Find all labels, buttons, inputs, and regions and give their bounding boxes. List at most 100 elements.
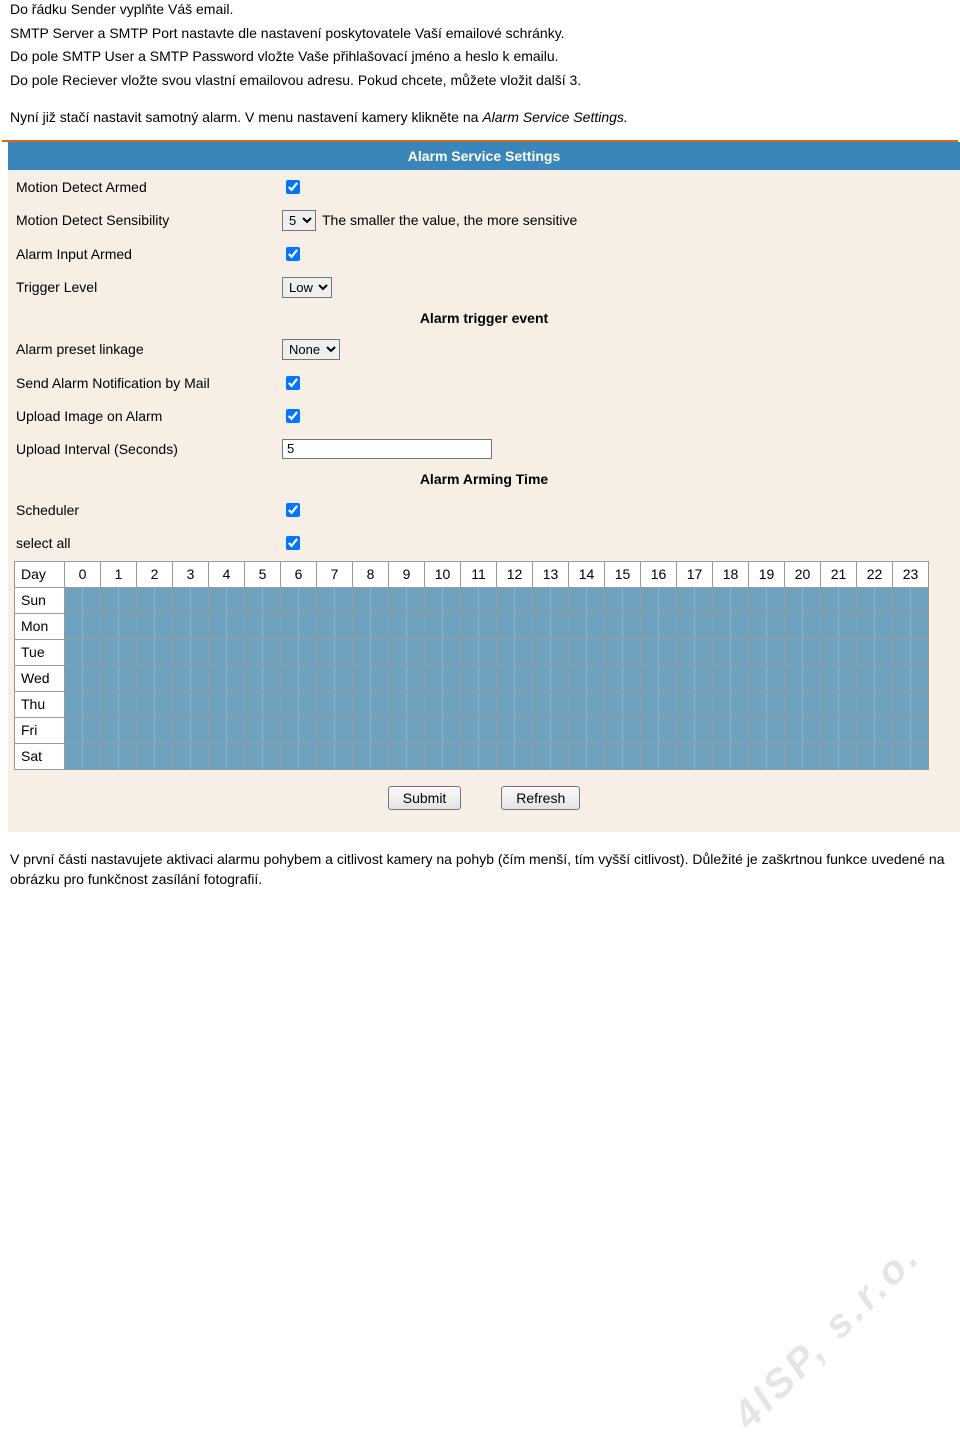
- schedule-slot[interactable]: [137, 717, 173, 743]
- schedule-slot[interactable]: [749, 691, 785, 717]
- schedule-slot[interactable]: [641, 665, 677, 691]
- schedule-slot[interactable]: [713, 587, 749, 613]
- schedule-slot[interactable]: [893, 717, 929, 743]
- schedule-slot[interactable]: [605, 665, 641, 691]
- schedule-slot[interactable]: [209, 587, 245, 613]
- schedule-slot[interactable]: [137, 691, 173, 717]
- schedule-slot[interactable]: [101, 691, 137, 717]
- schedule-slot[interactable]: [677, 613, 713, 639]
- schedule-slot[interactable]: [497, 717, 533, 743]
- schedule-slot[interactable]: [893, 639, 929, 665]
- schedule-slot[interactable]: [245, 743, 281, 769]
- schedule-slot[interactable]: [317, 691, 353, 717]
- schedule-slot[interactable]: [461, 639, 497, 665]
- schedule-slot[interactable]: [245, 717, 281, 743]
- schedule-slot[interactable]: [569, 613, 605, 639]
- schedule-slot[interactable]: [605, 613, 641, 639]
- schedule-slot[interactable]: [173, 587, 209, 613]
- schedule-slot[interactable]: [497, 613, 533, 639]
- schedule-slot[interactable]: [389, 587, 425, 613]
- schedule-slot[interactable]: [209, 665, 245, 691]
- schedule-slot[interactable]: [821, 743, 857, 769]
- schedule-slot[interactable]: [353, 613, 389, 639]
- schedule-slot[interactable]: [317, 613, 353, 639]
- schedule-slot[interactable]: [137, 587, 173, 613]
- schedule-slot[interactable]: [533, 639, 569, 665]
- schedule-slot[interactable]: [461, 665, 497, 691]
- schedule-slot[interactable]: [641, 691, 677, 717]
- schedule-slot[interactable]: [137, 665, 173, 691]
- schedule-slot[interactable]: [497, 639, 533, 665]
- schedule-slot[interactable]: [857, 665, 893, 691]
- schedule-slot[interactable]: [245, 587, 281, 613]
- schedule-slot[interactable]: [857, 691, 893, 717]
- schedule-slot[interactable]: [281, 613, 317, 639]
- schedule-slot[interactable]: [461, 717, 497, 743]
- schedule-slot[interactable]: [281, 743, 317, 769]
- schedule-slot[interactable]: [209, 717, 245, 743]
- schedule-slot[interactable]: [353, 639, 389, 665]
- schedule-slot[interactable]: [389, 717, 425, 743]
- schedule-slot[interactable]: [497, 743, 533, 769]
- schedule-slot[interactable]: [641, 717, 677, 743]
- schedule-slot[interactable]: [785, 717, 821, 743]
- schedule-slot[interactable]: [893, 613, 929, 639]
- schedule-slot[interactable]: [497, 587, 533, 613]
- schedule-slot[interactable]: [353, 587, 389, 613]
- schedule-slot[interactable]: [749, 743, 785, 769]
- schedule-slot[interactable]: [857, 613, 893, 639]
- schedule-slot[interactable]: [65, 665, 101, 691]
- schedule-slot[interactable]: [821, 665, 857, 691]
- submit-button[interactable]: Submit: [388, 786, 462, 810]
- schedule-slot[interactable]: [65, 743, 101, 769]
- schedule-slot[interactable]: [533, 743, 569, 769]
- schedule-slot[interactable]: [425, 691, 461, 717]
- schedule-slot[interactable]: [749, 613, 785, 639]
- schedule-slot[interactable]: [677, 717, 713, 743]
- schedule-slot[interactable]: [353, 717, 389, 743]
- schedule-slot[interactable]: [65, 587, 101, 613]
- checkbox-motion-detect-armed[interactable]: [286, 180, 300, 194]
- schedule-slot[interactable]: [101, 587, 137, 613]
- schedule-slot[interactable]: [569, 639, 605, 665]
- schedule-slot[interactable]: [173, 665, 209, 691]
- schedule-slot[interactable]: [497, 691, 533, 717]
- schedule-slot[interactable]: [785, 743, 821, 769]
- schedule-slot[interactable]: [713, 665, 749, 691]
- checkbox-alarm-input-armed[interactable]: [286, 247, 300, 261]
- schedule-slot[interactable]: [713, 743, 749, 769]
- schedule-slot[interactable]: [641, 587, 677, 613]
- schedule-slot[interactable]: [281, 691, 317, 717]
- schedule-slot[interactable]: [173, 691, 209, 717]
- schedule-slot[interactable]: [425, 587, 461, 613]
- schedule-slot[interactable]: [857, 587, 893, 613]
- schedule-slot[interactable]: [893, 665, 929, 691]
- schedule-slot[interactable]: [533, 613, 569, 639]
- schedule-slot[interactable]: [641, 743, 677, 769]
- schedule-slot[interactable]: [353, 743, 389, 769]
- schedule-slot[interactable]: [785, 613, 821, 639]
- schedule-slot[interactable]: [461, 613, 497, 639]
- schedule-slot[interactable]: [857, 743, 893, 769]
- schedule-slot[interactable]: [389, 743, 425, 769]
- schedule-slot[interactable]: [677, 639, 713, 665]
- schedule-slot[interactable]: [461, 743, 497, 769]
- schedule-slot[interactable]: [173, 717, 209, 743]
- schedule-slot[interactable]: [749, 639, 785, 665]
- schedule-slot[interactable]: [749, 717, 785, 743]
- schedule-slot[interactable]: [317, 743, 353, 769]
- schedule-slot[interactable]: [389, 639, 425, 665]
- schedule-slot[interactable]: [425, 743, 461, 769]
- schedule-slot[interactable]: [353, 665, 389, 691]
- schedule-slot[interactable]: [245, 613, 281, 639]
- schedule-slot[interactable]: [821, 639, 857, 665]
- schedule-slot[interactable]: [713, 717, 749, 743]
- schedule-slot[interactable]: [533, 717, 569, 743]
- checkbox-send-alarm-mail[interactable]: [286, 376, 300, 390]
- schedule-slot[interactable]: [821, 691, 857, 717]
- schedule-slot[interactable]: [569, 665, 605, 691]
- schedule-slot[interactable]: [677, 691, 713, 717]
- schedule-slot[interactable]: [65, 639, 101, 665]
- schedule-slot[interactable]: [173, 639, 209, 665]
- select-alarm-preset-linkage[interactable]: None: [282, 339, 340, 360]
